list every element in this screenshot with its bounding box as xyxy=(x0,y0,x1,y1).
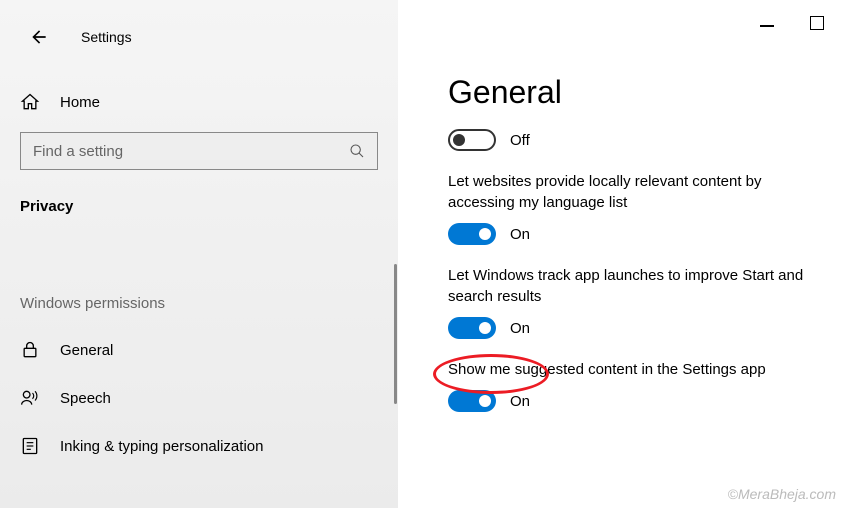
section-label: Windows permissions xyxy=(20,295,398,312)
toggle-state-label: Off xyxy=(510,132,530,149)
nav-list: General Speech Inking & typing personali… xyxy=(0,326,398,470)
sidebar-item-inking[interactable]: Inking & typing personalization xyxy=(0,422,398,470)
watermark: ©MeraBheja.com xyxy=(728,486,836,502)
maximize-button[interactable] xyxy=(810,16,824,30)
inking-icon xyxy=(20,436,40,456)
setting-row-0: Off xyxy=(448,129,822,151)
scroll-indicator xyxy=(394,264,397,404)
sidebar-item-label: Speech xyxy=(60,390,111,407)
category-label: Privacy xyxy=(20,198,398,215)
toggle-advertising-id[interactable] xyxy=(448,129,496,151)
search-box[interactable] xyxy=(20,132,378,170)
sidebar-item-label: General xyxy=(60,342,113,359)
setting-desc-1: Let websites provide locally relevant co… xyxy=(448,171,822,213)
main-content: General Off Let websites provide locally… xyxy=(398,0,846,508)
minimize-button[interactable] xyxy=(760,25,774,27)
arrow-left-icon xyxy=(29,27,49,47)
search-input[interactable] xyxy=(33,143,313,160)
sidebar: Settings Home Privacy Windows permission… xyxy=(0,0,398,508)
sidebar-item-label: Inking & typing personalization xyxy=(60,438,263,455)
toggle-state-label: On xyxy=(510,226,530,243)
setting-desc-3: Show me suggested content in the Setting… xyxy=(448,359,822,380)
search-icon xyxy=(349,143,365,159)
lock-icon xyxy=(20,340,40,360)
toggle-app-launches[interactable] xyxy=(448,317,496,339)
window-title: Settings xyxy=(81,29,132,45)
toggle-state-label: On xyxy=(510,320,530,337)
sidebar-item-speech[interactable]: Speech xyxy=(0,374,398,422)
home-icon xyxy=(20,92,40,112)
setting-desc-2: Let Windows track app launches to improv… xyxy=(448,265,822,307)
window-controls xyxy=(760,16,824,30)
sidebar-item-general[interactable]: General xyxy=(0,326,398,374)
page-title: General xyxy=(448,74,822,111)
toggle-suggested-content[interactable] xyxy=(448,390,496,412)
home-nav[interactable]: Home xyxy=(20,86,398,118)
toggle-state-label: On xyxy=(510,393,530,410)
toggle-language-list[interactable] xyxy=(448,223,496,245)
speech-icon xyxy=(20,388,40,408)
home-label: Home xyxy=(60,94,100,111)
back-button[interactable] xyxy=(29,27,49,47)
header: Settings xyxy=(0,0,398,56)
